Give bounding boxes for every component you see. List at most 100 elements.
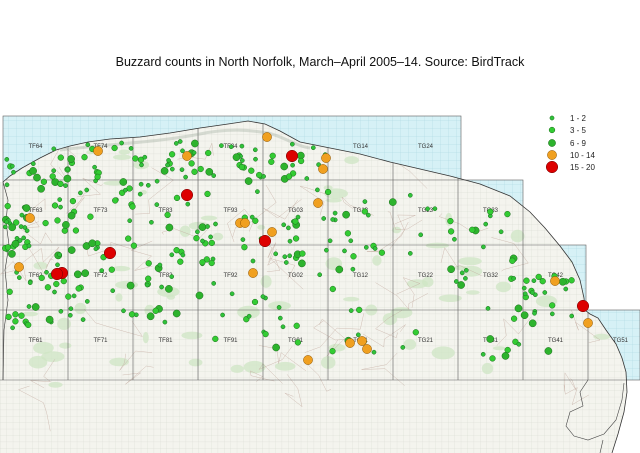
record-dot-green — [365, 212, 371, 218]
record-dot-green — [60, 277, 67, 285]
woodland-patch — [403, 339, 417, 350]
woodland-patch — [230, 364, 244, 373]
record-dot-green — [8, 250, 16, 258]
record-dot-green — [412, 329, 419, 336]
record-dot-green — [55, 262, 60, 268]
tetrad-label: TF64 — [28, 144, 43, 150]
record-dot-green — [277, 315, 283, 321]
record-dot-green — [211, 281, 217, 286]
woodland-patch — [33, 261, 48, 270]
record-dot-green — [539, 278, 546, 285]
record-dot-green — [65, 293, 72, 300]
record-dot-green — [293, 322, 300, 329]
record-dot-green — [542, 290, 548, 295]
record-dot-green — [119, 178, 128, 186]
record-dot-green — [329, 285, 336, 293]
record-dot-green — [287, 253, 293, 259]
woodland-patch — [181, 331, 203, 340]
legend-swatch — [545, 161, 559, 174]
woodland-patch — [559, 176, 571, 187]
tetrad-label: TF91 — [223, 338, 238, 344]
record-dot-green — [72, 227, 80, 234]
record-dot-orange — [25, 213, 35, 223]
record-dot-green — [21, 235, 27, 241]
record-dot-green — [487, 208, 494, 215]
record-dot-green — [276, 305, 282, 310]
minor-road — [560, 219, 586, 243]
record-dot-green — [145, 275, 152, 282]
record-dot-green — [531, 278, 537, 284]
record-dot-green — [252, 147, 258, 153]
record-dot-green — [344, 230, 352, 237]
record-dot-green — [12, 318, 19, 325]
record-dot-green — [191, 168, 198, 175]
woodland-patch — [458, 257, 482, 266]
record-dot-green — [177, 139, 183, 144]
record-dot-green — [348, 238, 354, 244]
record-dot-green — [407, 192, 413, 198]
record-dot-green — [180, 252, 186, 258]
record-dot-green — [219, 143, 224, 148]
record-dot-green — [61, 227, 68, 234]
record-dot-green — [94, 173, 101, 181]
record-dot-green — [241, 244, 248, 251]
woodland-patch — [465, 290, 480, 295]
record-dot-green — [142, 154, 148, 160]
record-dot-green — [238, 163, 246, 171]
tetrad-label: TF63 — [28, 208, 43, 214]
record-dot-green — [129, 203, 136, 210]
woodland-patch — [113, 154, 131, 160]
woodland-patch — [257, 224, 266, 230]
legend-dot — [545, 161, 559, 174]
tetrad-label: TF92 — [223, 273, 238, 279]
record-dot-green — [185, 201, 191, 207]
record-dot-green — [459, 270, 465, 276]
record-dot-red — [576, 299, 590, 313]
record-dot-orange — [267, 227, 277, 237]
legend-dot — [548, 138, 556, 147]
record-dot-green — [25, 321, 32, 329]
record-dot-orange — [240, 218, 250, 228]
minor-road — [529, 170, 580, 190]
record-dot-green — [157, 262, 163, 268]
record-dot-green — [145, 260, 152, 267]
record-dot-green — [457, 281, 465, 289]
record-dot-green — [324, 188, 332, 196]
record-dot-green — [292, 218, 299, 225]
record-dot-green — [229, 291, 235, 297]
record-dot-green — [463, 267, 469, 273]
record-dot-green — [280, 162, 289, 171]
record-dot-green — [51, 146, 57, 152]
record-dot-green — [272, 343, 280, 352]
record-dot-green — [544, 347, 553, 355]
record-dot-green — [57, 180, 64, 188]
record-dot-green — [486, 335, 495, 343]
tetrad-label: TF61 — [28, 338, 43, 344]
record-dot-green — [44, 284, 52, 291]
map-canvas: TF64TF74TF84TG14TG24TF63TF73TF83TF93TG03… — [0, 115, 640, 453]
minor-road — [502, 157, 542, 177]
record-dot-green — [246, 313, 252, 319]
record-dot-green — [152, 307, 159, 314]
tetrad-label: TG32 — [483, 273, 499, 279]
record-dot-orange — [248, 268, 258, 278]
record-dot-orange — [93, 146, 103, 156]
record-dot-green — [208, 234, 213, 240]
record-dot-green — [58, 204, 63, 210]
record-dot-orange — [321, 153, 331, 163]
record-dot-orange — [303, 355, 313, 365]
record-dot-green — [253, 156, 258, 162]
record-dot-green — [130, 242, 138, 249]
record-dot-green — [73, 270, 82, 279]
record-dot-green — [146, 312, 155, 321]
record-dot-green — [315, 187, 320, 193]
record-dot-green — [447, 228, 455, 235]
record-dot-green — [447, 217, 454, 225]
record-dot-green — [251, 298, 259, 306]
record-dot-green — [255, 189, 260, 194]
legend-dot — [549, 115, 555, 121]
record-dot-green — [5, 313, 12, 321]
woodland-patch — [109, 357, 129, 367]
record-dot-green — [165, 285, 173, 293]
record-dot-green — [81, 269, 90, 278]
